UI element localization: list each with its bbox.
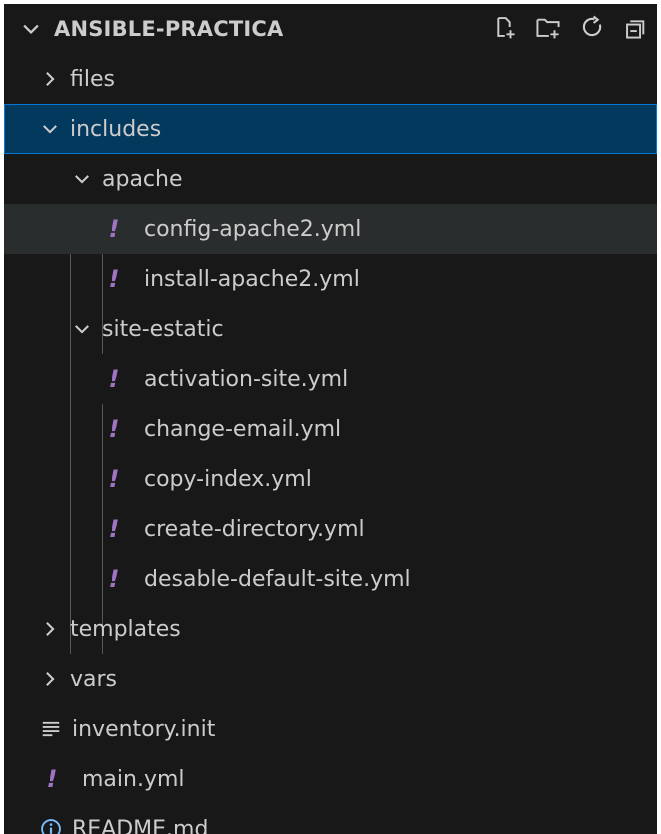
chevron-down-icon: [43, 125, 57, 134]
tree-item-config-apache2[interactable]: ! config-apache2.yml: [4, 204, 657, 254]
tree-item-label: templates: [70, 616, 181, 642]
tree-item-label: files: [70, 66, 115, 92]
tree-item-label: create-directory.yml: [144, 516, 365, 542]
tree-item-readme[interactable]: README.md: [4, 804, 657, 834]
chevron-down-icon: [75, 175, 89, 184]
tree-item-site-estatic[interactable]: site-estatic: [4, 304, 657, 354]
tree-item-label: apache: [102, 166, 183, 192]
yaml-file-icon: !: [108, 465, 120, 493]
yaml-file-icon: !: [108, 415, 120, 443]
tree-item-label: vars: [70, 666, 118, 692]
collapse-all-icon[interactable]: [623, 14, 649, 40]
info-icon: [41, 819, 61, 834]
yaml-file-icon: !: [108, 265, 120, 293]
tree-item-label: inventory.init: [72, 716, 216, 742]
yaml-file-icon: !: [108, 565, 120, 593]
header-actions: [491, 14, 649, 40]
tree-item-label: main.yml: [82, 766, 185, 792]
explorer-section-header[interactable]: ANSIBLE-PRACTICA: [4, 4, 657, 54]
tree-item-label: README.md: [72, 816, 209, 834]
yaml-file-icon: !: [108, 515, 120, 543]
file-tree: files includes apache ! config-apache2.y…: [4, 54, 657, 834]
tree-item-label: change-email.yml: [144, 416, 342, 442]
tree-item-activation-site[interactable]: ! activation-site.yml: [4, 354, 657, 404]
tree-item-copy-index[interactable]: ! copy-index.yml: [4, 454, 657, 504]
tree-item-label: install-apache2.yml: [144, 266, 360, 292]
section-title: ANSIBLE-PRACTICA: [54, 17, 284, 41]
tree-item-templates[interactable]: templates: [4, 604, 657, 654]
tree-item-files[interactable]: files: [4, 54, 657, 104]
tree-item-label: site-estatic: [102, 316, 224, 342]
yaml-file-icon: !: [108, 365, 120, 393]
new-folder-icon[interactable]: [535, 14, 561, 40]
chevron-down-icon: [23, 24, 39, 34]
tree-item-desable-default-site[interactable]: ! desable-default-site.yml: [4, 554, 657, 604]
new-file-icon[interactable]: [491, 14, 517, 40]
yaml-file-icon: !: [108, 215, 120, 243]
tree-item-label: desable-default-site.yml: [144, 566, 411, 592]
chevron-right-icon: [46, 672, 55, 686]
text-file-icon: [42, 721, 60, 737]
tree-item-includes[interactable]: includes: [4, 104, 657, 154]
chevron-right-icon: [46, 622, 55, 636]
yaml-file-icon: !: [46, 765, 58, 793]
explorer-panel: ANSIBLE-PRACTICA files includes apache !…: [4, 4, 657, 834]
tree-item-install-apache2[interactable]: ! install-apache2.yml: [4, 254, 657, 304]
tree-item-create-directory[interactable]: ! create-directory.yml: [4, 504, 657, 554]
tree-item-apache[interactable]: apache: [4, 154, 657, 204]
tree-item-label: activation-site.yml: [144, 366, 349, 392]
tree-item-vars[interactable]: vars: [4, 654, 657, 704]
tree-item-change-email[interactable]: ! change-email.yml: [4, 404, 657, 454]
refresh-icon[interactable]: [579, 14, 605, 40]
tree-item-main[interactable]: ! main.yml: [4, 754, 657, 804]
chevron-right-icon: [46, 72, 55, 86]
chevron-down-icon: [75, 325, 89, 334]
tree-item-label: config-apache2.yml: [144, 216, 362, 242]
tree-item-label: copy-index.yml: [144, 466, 312, 492]
tree-item-label: includes: [70, 116, 162, 142]
tree-item-inventory[interactable]: inventory.init: [4, 704, 657, 754]
